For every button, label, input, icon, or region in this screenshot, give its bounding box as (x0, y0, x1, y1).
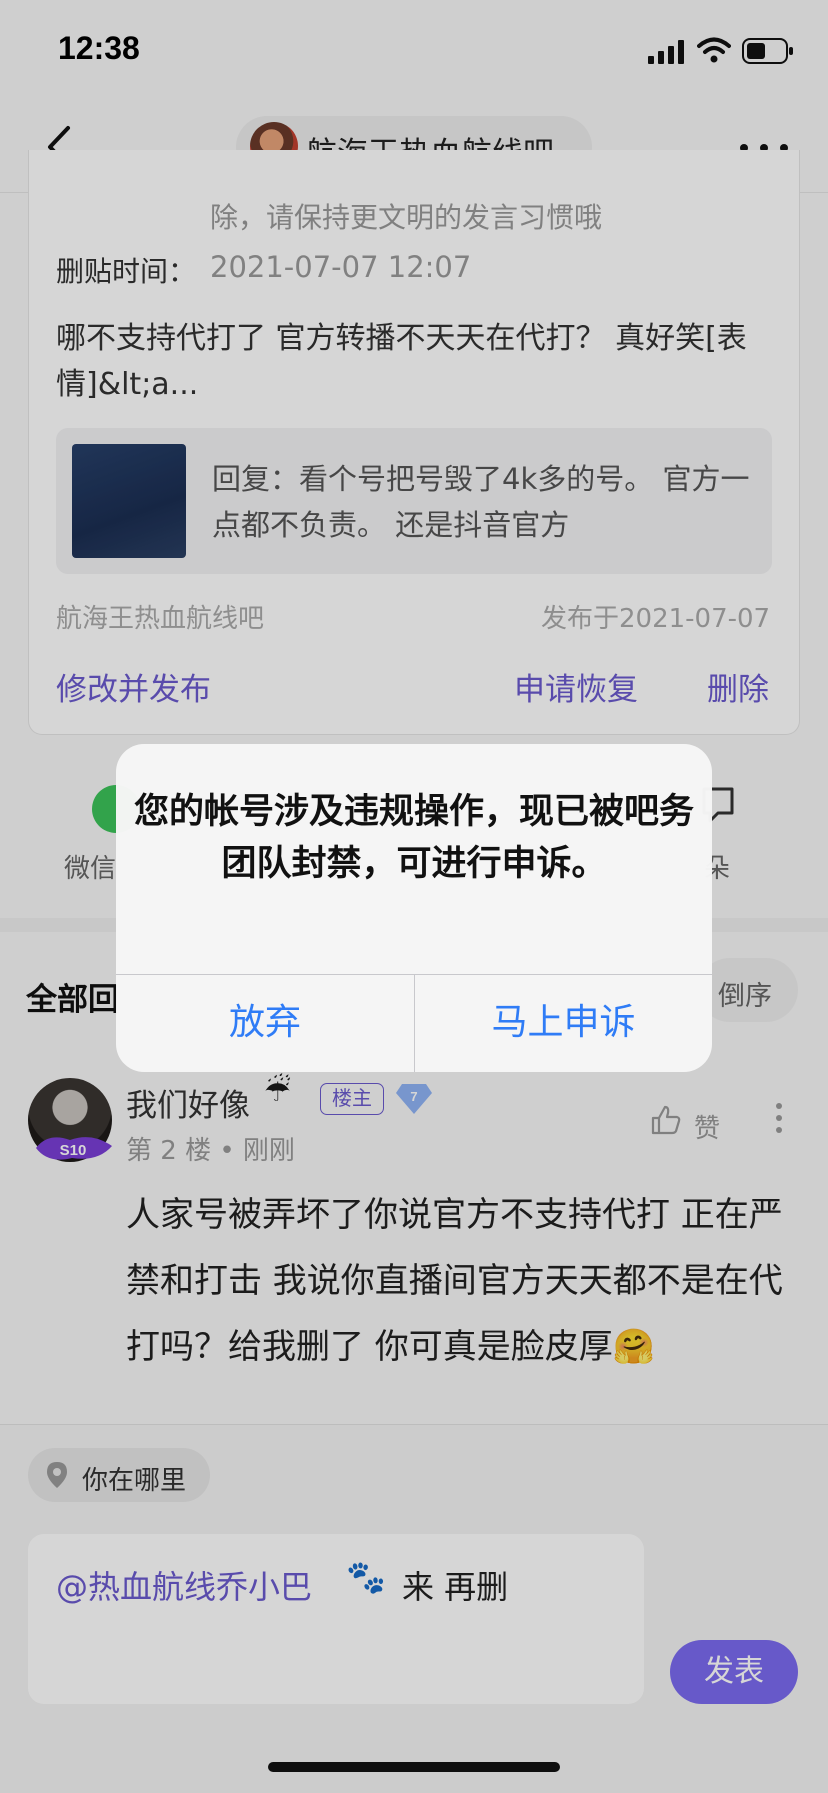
alert-message: 您的帐号涉及违规操作，现已被吧务团队封禁，可进行申诉。 (133, 792, 694, 884)
appeal-now-button[interactable]: 马上申诉 (415, 974, 712, 1072)
abandon-button[interactable]: 放弃 (116, 974, 414, 1072)
